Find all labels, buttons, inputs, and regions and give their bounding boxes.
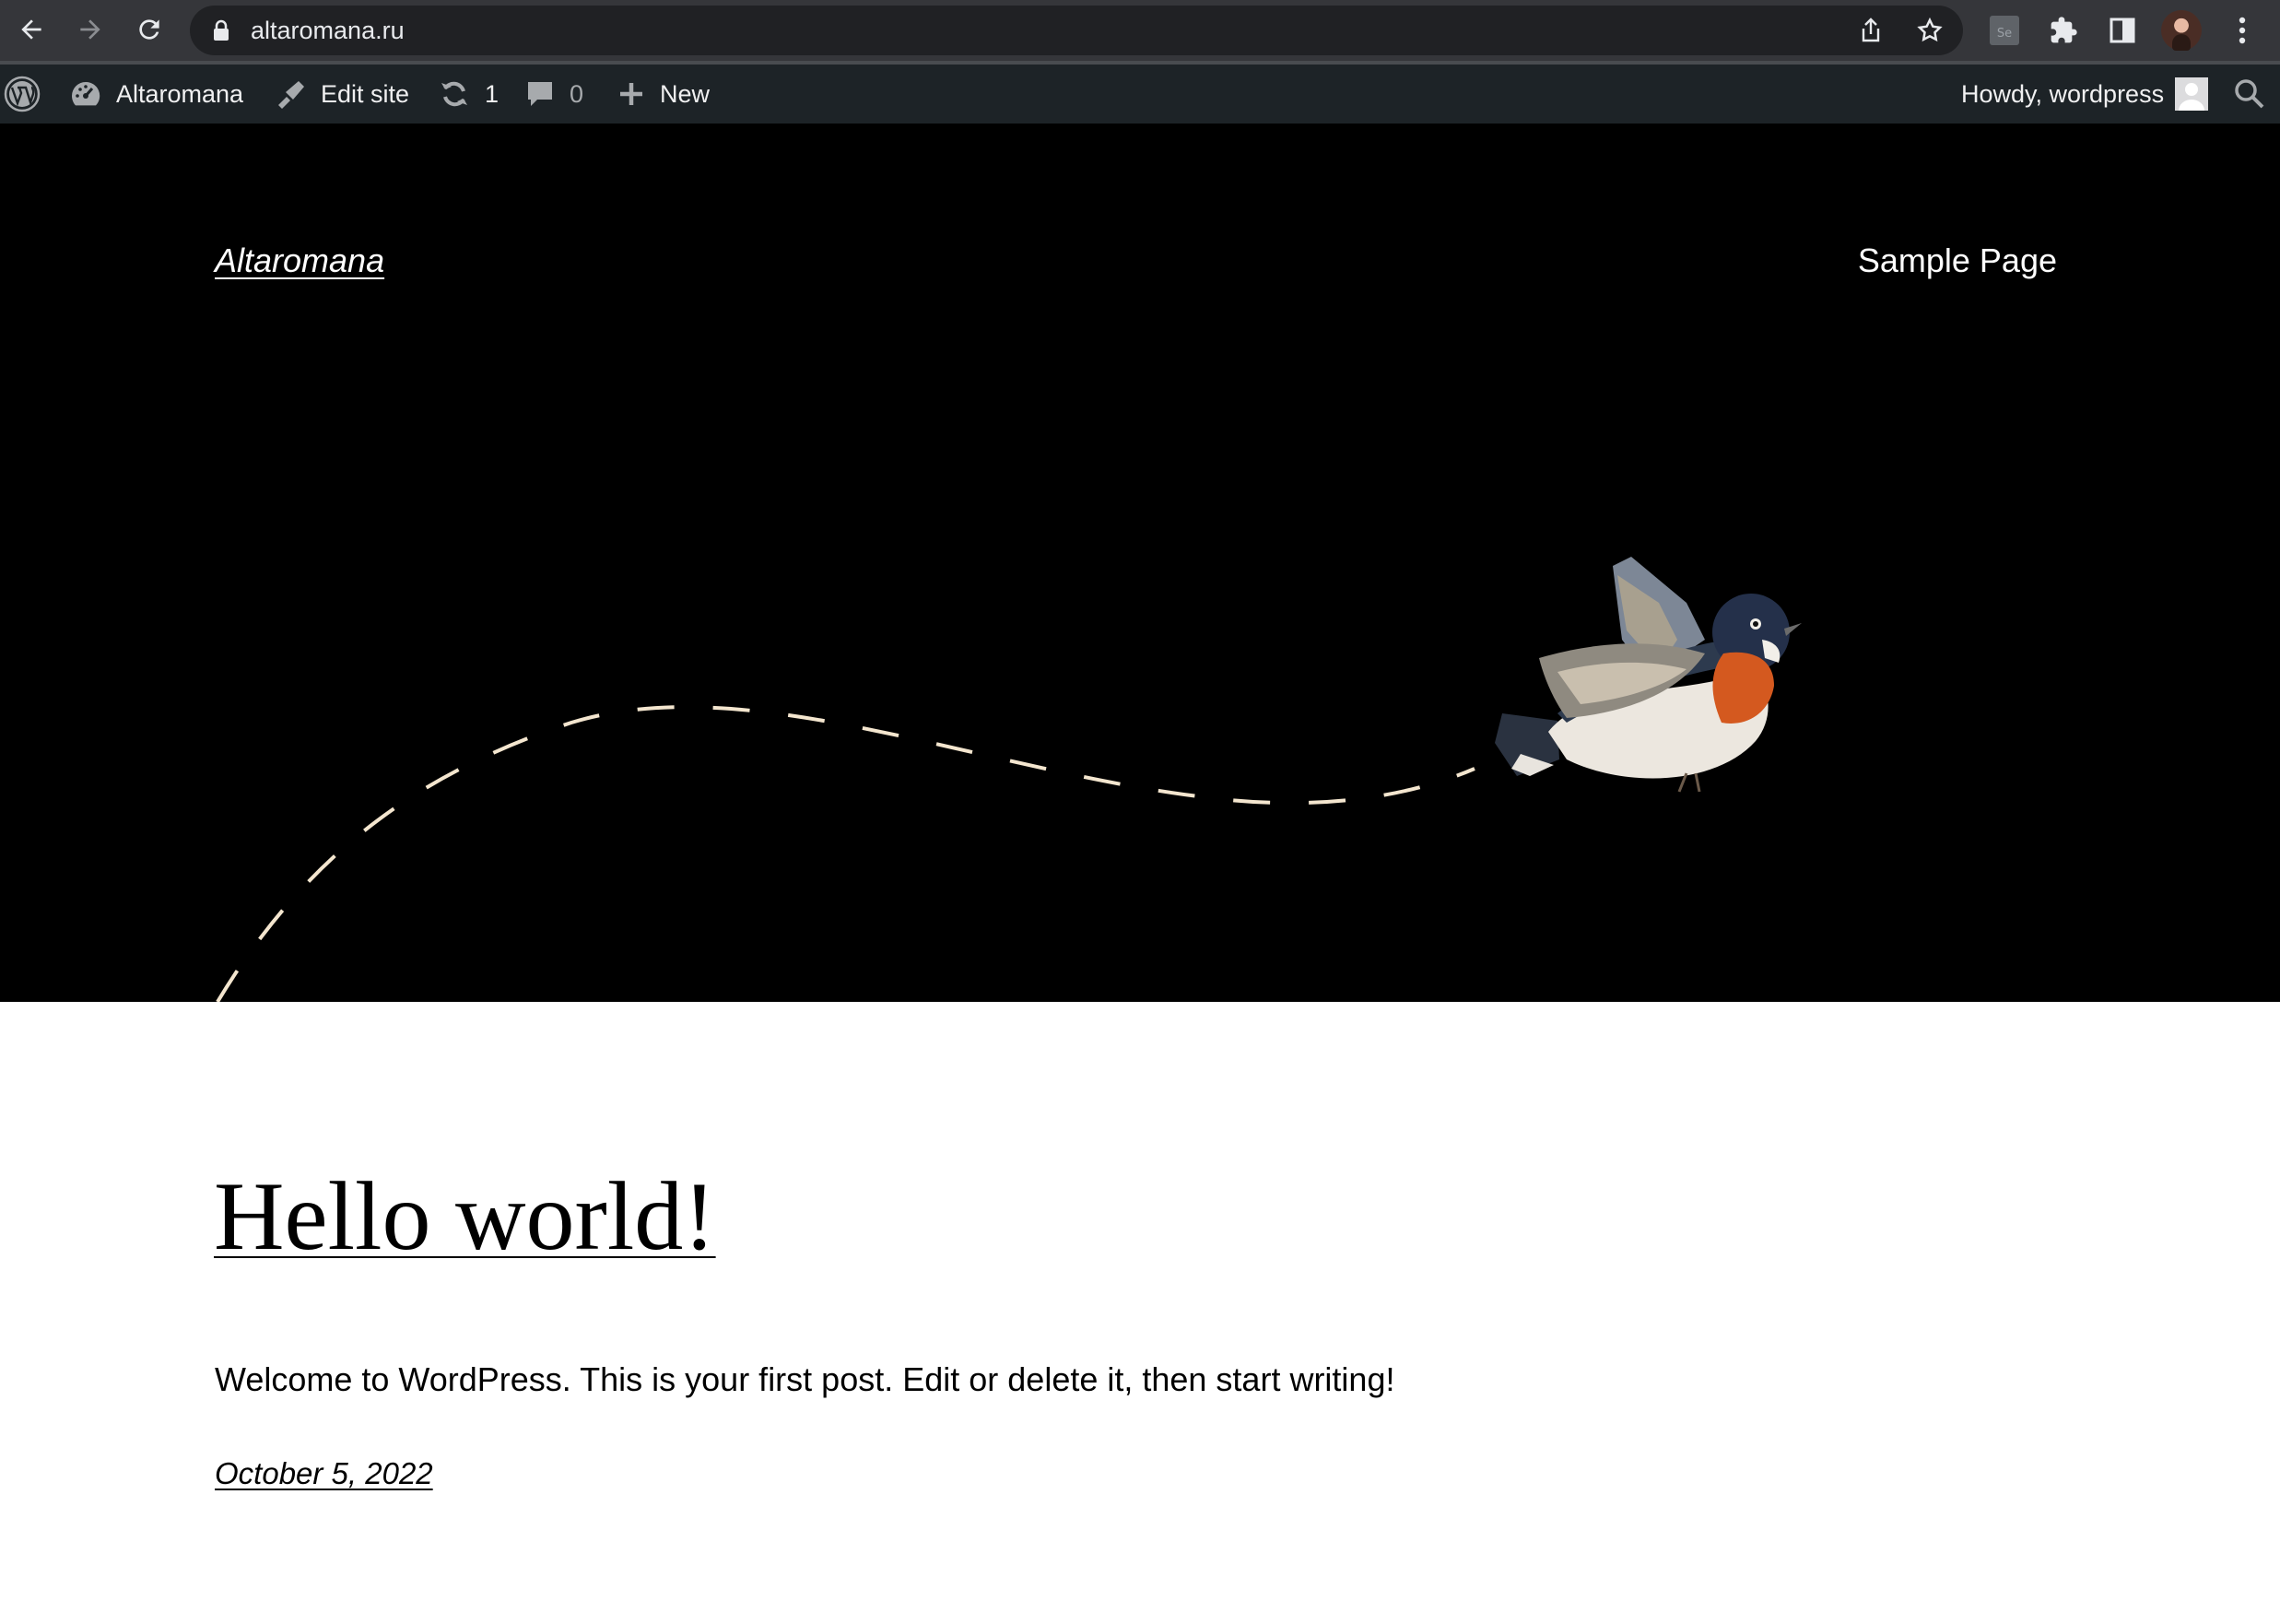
wp-admin-bar: Altaromana Edit site 1 0 New Howdy, word… (0, 65, 2280, 124)
address-bar[interactable]: altaromana.ru (190, 6, 1963, 55)
side-panel-icon (2110, 18, 2135, 43)
url-text: altaromana.ru (251, 17, 405, 44)
share-icon (1862, 18, 1880, 42)
howdy-label: Howdy, wordpress (1961, 79, 2165, 108)
star-icon (1917, 17, 1943, 42)
forward-button[interactable] (68, 7, 112, 52)
wordpress-logo-icon (4, 76, 41, 112)
bookmark-button[interactable] (1915, 16, 1945, 45)
more-vertical-icon (2239, 17, 2246, 44)
search-icon (2235, 79, 2264, 109)
reload-icon (139, 19, 159, 40)
lock-icon (214, 19, 229, 41)
edit-site-label: Edit site (321, 79, 410, 108)
dashboard-gauge-icon (72, 81, 100, 106)
nav-sample-page[interactable]: Sample Page (1858, 241, 2057, 280)
site-name-menu[interactable]: Altaromana (70, 65, 243, 124)
side-panel-button[interactable] (2105, 13, 2140, 48)
site-name-label: Altaromana (116, 79, 244, 108)
profile-avatar[interactable] (2161, 10, 2202, 51)
admin-search-button[interactable] (2234, 65, 2265, 124)
extension-button[interactable]: Se (1987, 13, 2022, 48)
post-date-link[interactable]: October 5, 2022 (215, 1456, 433, 1491)
extension-app-icon: Se (1990, 16, 2019, 45)
new-label: New (660, 79, 711, 108)
dashed-flight-path (216, 705, 1475, 1002)
browser-toolbar: altaromana.ru Se (0, 0, 2280, 61)
comment-bubble-icon (528, 82, 552, 106)
brush-icon (278, 81, 304, 109)
updates-link[interactable]: 1 (439, 65, 499, 124)
back-button[interactable] (9, 7, 53, 52)
edit-site-link[interactable]: Edit site (273, 65, 409, 124)
comments-link[interactable]: 0 (525, 65, 583, 124)
puzzle-icon (2051, 17, 2077, 43)
updates-count: 1 (485, 79, 499, 108)
my-account-menu[interactable]: Howdy, wordpress (1961, 65, 2209, 124)
bird-illustration (1495, 557, 1802, 793)
wp-logo-menu[interactable] (4, 65, 41, 124)
new-content-menu[interactable]: New (617, 65, 710, 124)
browser-menu-button[interactable] (2225, 13, 2260, 48)
back-arrow-icon (21, 19, 41, 40)
plus-icon (620, 83, 642, 105)
updates-refresh-icon (441, 81, 467, 107)
post-excerpt: Welcome to WordPress. This is your first… (215, 1360, 1395, 1398)
comments-count: 0 (570, 79, 584, 108)
extensions-menu-button[interactable] (2046, 13, 2081, 48)
forward-arrow-icon (80, 19, 100, 40)
user-avatar-icon (2175, 77, 2209, 111)
site-header: Altaromana Sample Page (0, 124, 2280, 1002)
svg-text:Se: Se (1997, 27, 2012, 41)
site-title-link[interactable]: Altaromana (215, 241, 384, 280)
reload-button[interactable] (127, 7, 171, 52)
post-title-link[interactable]: Hello world! (214, 1162, 716, 1271)
share-button[interactable] (1856, 16, 1886, 45)
